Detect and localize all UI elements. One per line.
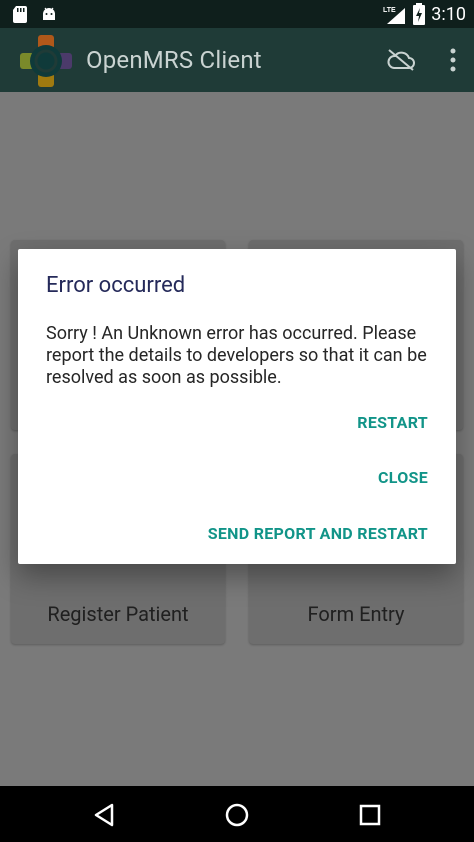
dialog-title: Error occurred (46, 273, 186, 298)
android-icon (43, 7, 55, 20)
recents-icon[interactable] (355, 800, 385, 830)
status-time: 3:10 (431, 3, 466, 25)
home-icon[interactable] (222, 800, 252, 830)
app-bar: OpenMRS Client (0, 28, 474, 92)
nav-bar (0, 786, 474, 842)
network-type-label: LTE (383, 7, 396, 14)
status-bar: LTE 3:10 (0, 0, 474, 28)
error-dialog: Error occurred Sorry ! An Unknown error … (18, 249, 456, 564)
more-vert-icon[interactable] (448, 46, 458, 74)
battery-icon (413, 3, 426, 25)
close-button[interactable]: CLOSE (378, 468, 428, 487)
sd-card-icon (13, 6, 27, 23)
back-icon[interactable] (90, 800, 120, 830)
signal-icon: LTE (383, 7, 406, 24)
dialog-message: Sorry ! An Unknown error has occurred. P… (46, 323, 427, 388)
app-logo-icon (20, 35, 72, 87)
app-title: OpenMRS Client (86, 46, 262, 74)
form-entry-label: Form Entry (307, 602, 405, 626)
register-patient-label: Register Patient (47, 602, 189, 626)
restart-button[interactable]: RESTART (357, 413, 428, 432)
cloud-off-icon[interactable] (386, 48, 416, 72)
send-report-and-restart-button[interactable]: SEND REPORT AND RESTART (208, 524, 428, 543)
